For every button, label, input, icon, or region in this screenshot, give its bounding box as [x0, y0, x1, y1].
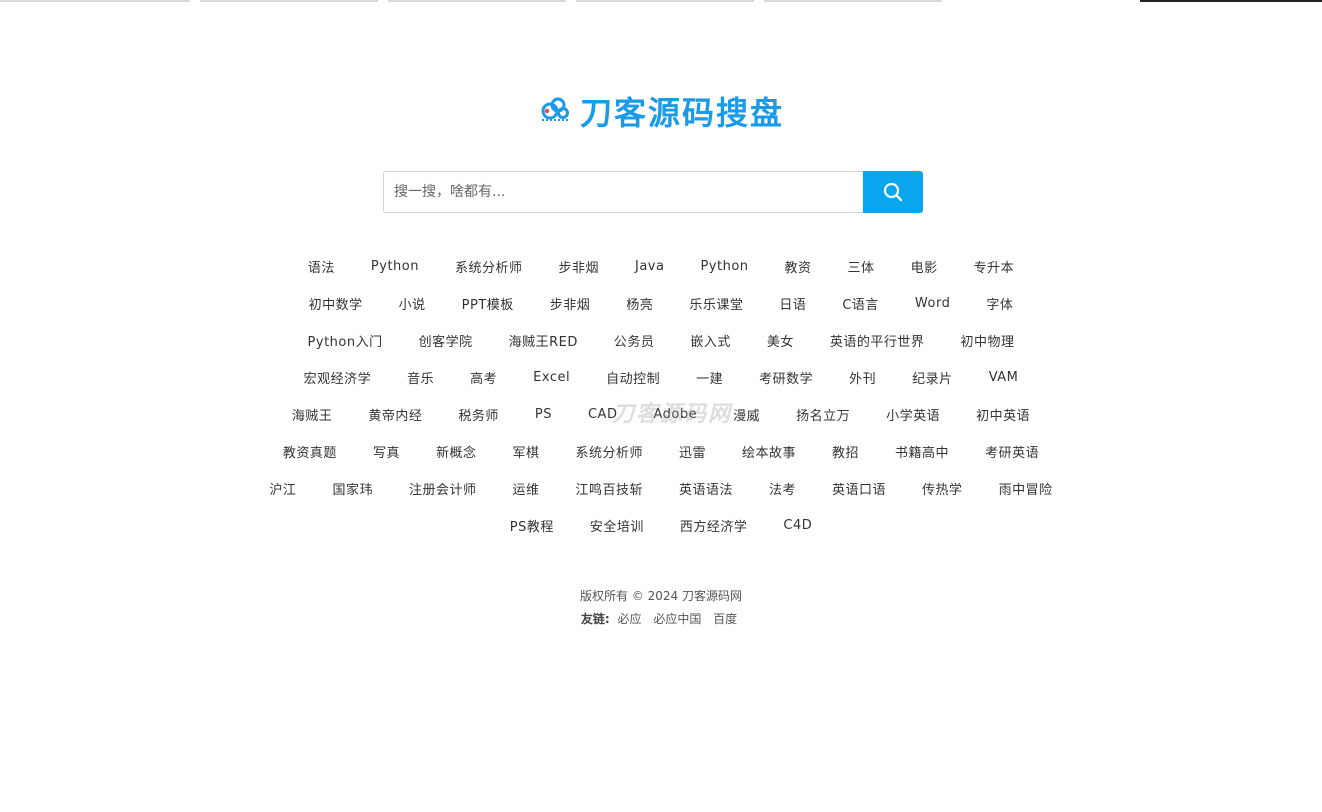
cloud-logo-icon: [538, 94, 572, 128]
friend-link-bing-china[interactable]: 必应中国: [653, 612, 701, 626]
tag-row: PS教程 安全培训 西方经济学 C4D: [200, 507, 1122, 544]
site-logo-text: 刀客源码搜盘: [579, 94, 784, 132]
keyword-tag[interactable]: 海贼王: [292, 405, 333, 424]
tag-row: 宏观经济学 音乐 高考 Excel 自动控制 一建 考研数学 外刊 纪录片 VAM: [200, 359, 1122, 396]
keyword-tag[interactable]: 沪江: [269, 479, 296, 498]
keyword-tag[interactable]: Excel: [533, 370, 570, 385]
keyword-tag[interactable]: 写真: [373, 442, 400, 461]
keyword-tag[interactable]: 系统分析师: [455, 257, 523, 276]
friend-link-baidu[interactable]: 百度: [713, 612, 737, 626]
hot-keywords: 语法 Python 系统分析师 步非烟 Java Python 教资 三体 电影 专升本 初中数学小…: [200, 248, 1122, 544]
keyword-tag[interactable]: 英语的平行世界: [830, 331, 925, 350]
keyword-tag[interactable]: 绘本故事: [742, 442, 796, 461]
keyword-tag[interactable]: 高考: [470, 368, 497, 387]
tag-row: 语法 Python 系统分析师 步非烟 Java Python 教资 三体 电影 专升本: [200, 248, 1122, 285]
keyword-tag[interactable]: 运维: [512, 479, 539, 498]
keyword-tag[interactable]: PS: [535, 407, 552, 422]
keyword-tag[interactable]: 嵌入式: [690, 331, 731, 350]
keyword-tag[interactable]: 教资: [785, 257, 812, 276]
friend-links: 友链: 必应 必应中国 百度: [0, 608, 1322, 631]
keyword-tag[interactable]: 公务员: [614, 331, 655, 350]
footer: 版权所有 © 2024 刀客源码网 友链: 必应 必应中国 百度: [0, 585, 1322, 631]
keyword-tag[interactable]: 音乐: [407, 368, 434, 387]
tag-row: 教资真题 写真 新概念 军棋 系统分析师 迅雷 绘本故事 教招 书籍高中 考研英语: [200, 433, 1122, 470]
keyword-tag[interactable]: 西方经济学: [680, 516, 748, 535]
search-input[interactable]: [383, 171, 863, 213]
keyword-tag[interactable]: 小学英语: [886, 405, 940, 424]
tag-row: 初中数学 小说 PPT模板 步非烟 杨亮 乐乐课堂 日语 C语言 Word 字体: [200, 285, 1122, 322]
keyword-tag[interactable]: 杨亮: [626, 294, 653, 313]
copyright-text: 版权所有 © 2024 刀客源码网: [580, 589, 742, 603]
keyword-tag[interactable]: 英语语法: [679, 479, 733, 498]
site-logo[interactable]: 刀客源码搜盘: [0, 88, 1322, 134]
keyword-tag[interactable]: 初中物理: [960, 331, 1014, 350]
keyword-tag[interactable]: 注册会计师: [409, 479, 477, 498]
search-button[interactable]: [863, 171, 923, 213]
keyword-tag[interactable]: 纪录片: [912, 368, 953, 387]
keyword-tag[interactable]: Word: [915, 296, 950, 311]
keyword-tag[interactable]: 传热学: [922, 479, 963, 498]
keyword-tag[interactable]: PS教程: [510, 516, 554, 535]
keyword-tag[interactable]: VAM: [989, 370, 1019, 385]
keyword-tag[interactable]: 初中数学: [309, 294, 363, 313]
keyword-tag[interactable]: 英语口语: [832, 479, 886, 498]
keyword-tag[interactable]: 国家玮: [332, 479, 373, 498]
keyword-tag[interactable]: Python: [700, 259, 748, 274]
keyword-tag[interactable]: 步非烟: [558, 257, 599, 276]
keyword-tag[interactable]: 安全培训: [590, 516, 644, 535]
keyword-tag[interactable]: PPT模板: [462, 294, 514, 313]
keyword-tag[interactable]: 日语: [779, 294, 806, 313]
tag-row: 海贼王 黄帝内经 税务师 PS CAD Adobe 漫威 扬名立万 小学英语 初中英语: [200, 396, 1122, 433]
keyword-tag[interactable]: 扬名立万: [796, 405, 850, 424]
keyword-tag[interactable]: 宏观经济学: [304, 368, 372, 387]
keyword-tag[interactable]: 乐乐课堂: [689, 294, 743, 313]
keyword-tag[interactable]: 小说: [399, 294, 426, 313]
keyword-tag[interactable]: Python入门: [308, 331, 383, 350]
keyword-tag[interactable]: 税务师: [458, 405, 499, 424]
keyword-tag[interactable]: C4D: [783, 518, 812, 533]
tag-row: Python入门 创客学院 海贼王RED 公务员 嵌入式 美女 英语的平行世界 初中物理: [200, 322, 1122, 359]
keyword-tag[interactable]: 初中英语: [976, 405, 1030, 424]
keyword-tag[interactable]: 语法: [308, 257, 335, 276]
keyword-tag[interactable]: 新概念: [436, 442, 477, 461]
keyword-tag[interactable]: 教资真题: [283, 442, 337, 461]
keyword-tag[interactable]: 创客学院: [419, 331, 473, 350]
keyword-tag[interactable]: Python: [371, 259, 419, 274]
search-bar: [383, 171, 923, 213]
keyword-tag[interactable]: 雨中冒险: [999, 479, 1053, 498]
keyword-tag[interactable]: C语言: [842, 294, 879, 313]
keyword-tag[interactable]: 漫威: [733, 405, 760, 424]
keyword-tag[interactable]: 外刊: [849, 368, 876, 387]
keyword-tag[interactable]: 电影: [911, 257, 938, 276]
keyword-tag[interactable]: 教招: [832, 442, 859, 461]
keyword-tag[interactable]: 法考: [769, 479, 796, 498]
keyword-tag[interactable]: 江鸣百技斩: [575, 479, 643, 498]
tag-row: 沪江 国家玮 注册会计师 运维 江鸣百技斩 英语语法 法考 英语口语 传热学 雨中冒险: [200, 470, 1122, 507]
keyword-tag[interactable]: 三体: [848, 257, 875, 276]
keyword-tag[interactable]: 系统分析师: [575, 442, 643, 461]
keyword-tag[interactable]: 自动控制: [606, 368, 660, 387]
search-icon: [883, 182, 903, 202]
keyword-tag[interactable]: 黄帝内经: [368, 405, 422, 424]
top-loading-bar: [0, 0, 1322, 2]
friend-link-bing[interactable]: 必应: [617, 612, 641, 626]
keyword-tag[interactable]: 考研英语: [985, 442, 1039, 461]
keyword-tag[interactable]: 美女: [767, 331, 794, 350]
keyword-tag[interactable]: Java: [635, 259, 664, 274]
keyword-tag[interactable]: Adobe: [653, 407, 697, 422]
keyword-tag[interactable]: 一建: [696, 368, 723, 387]
keyword-tag[interactable]: 字体: [986, 294, 1013, 313]
keyword-tag[interactable]: 海贼王RED: [509, 331, 578, 350]
keyword-tag[interactable]: 书籍高中: [895, 442, 949, 461]
friend-links-label: 友链:: [580, 612, 610, 626]
keyword-tag[interactable]: 考研数学: [759, 368, 813, 387]
keyword-tag[interactable]: 步非烟: [550, 294, 591, 313]
keyword-tag[interactable]: 迅雷: [679, 442, 706, 461]
keyword-tag[interactable]: CAD: [588, 407, 617, 422]
keyword-tag[interactable]: 军棋: [512, 442, 539, 461]
keyword-tag[interactable]: 专升本: [974, 257, 1015, 276]
